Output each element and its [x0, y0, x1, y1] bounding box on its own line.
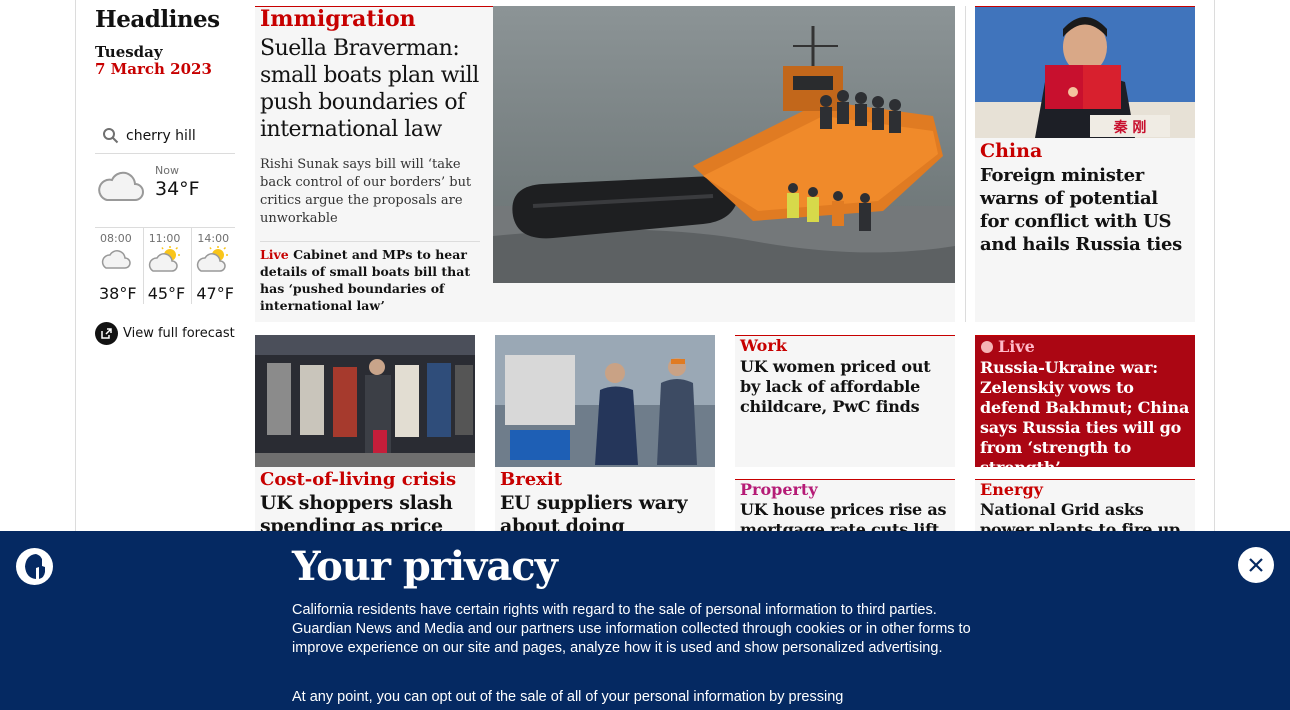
- hour-time: 08:00: [100, 232, 132, 245]
- story-kicker[interactable]: Work: [740, 336, 787, 355]
- live-sublink[interactable]: Live Cabinet and MPs to hear details of …: [260, 246, 480, 314]
- weekday: Tuesday: [95, 43, 163, 61]
- date: 7 March 2023: [95, 60, 212, 78]
- privacy-title: Your privacy: [292, 543, 558, 590]
- nameplate-text: 秦 刚: [1113, 119, 1147, 136]
- close-icon: [1249, 558, 1263, 572]
- story-kicker[interactable]: China: [980, 140, 1042, 162]
- live-story-card[interactable]: Live Russia-Ukraine war: Zelenskiy vows …: [975, 335, 1195, 477]
- location-input[interactable]: cherry hill: [126, 128, 196, 144]
- story-headline[interactable]: Suella Braverman: small boats plan will …: [260, 35, 488, 143]
- story-standfirst: Rishi Sunak says bill will ‘take back co…: [260, 157, 472, 226]
- story-headline[interactable]: Russia-Ukraine war: Zelenskiy vows to de…: [980, 358, 1192, 478]
- now-label: Now: [155, 164, 179, 177]
- live-sublink-text[interactable]: Cabinet and MPs to hear details of small…: [260, 247, 470, 313]
- divider: [260, 241, 480, 242]
- privacy-text-2: At any point, you can opt out of the sal…: [292, 689, 844, 705]
- story-headline[interactable]: UK women priced out by lack of affordabl…: [740, 357, 952, 417]
- hour-item: 14:00 47°F: [192, 228, 241, 304]
- hour-time: 14:00: [197, 232, 230, 245]
- cloud-icon: [98, 171, 144, 201]
- hourly-forecast: 08:00 38°F 11:00 45°F 14:00 47°F: [95, 228, 241, 304]
- section-title: Headlines: [95, 6, 220, 33]
- story-kicker[interactable]: Energy: [980, 480, 1043, 499]
- hour-item: 08:00 38°F: [95, 228, 144, 304]
- now-temperature: 34°F: [155, 178, 200, 200]
- hour-time: 11:00: [148, 232, 181, 245]
- privacy-banner: Your privacy California residents have c…: [0, 531, 1290, 710]
- story-kicker[interactable]: Property: [740, 480, 818, 499]
- story-kicker[interactable]: Immigration: [260, 6, 416, 32]
- sun-cloud-icon: [197, 246, 229, 272]
- guardian-logo-icon: [16, 548, 53, 585]
- privacy-text: California residents have certain rights…: [292, 602, 971, 656]
- story-image[interactable]: [495, 335, 715, 467]
- live-label: Live: [260, 247, 289, 262]
- live-label: Live: [998, 337, 1035, 356]
- current-weather: Now 34°F: [95, 160, 235, 228]
- close-button[interactable]: [1238, 547, 1274, 583]
- top-story-image[interactable]: [493, 6, 955, 283]
- hour-temp: 38°F: [99, 284, 137, 303]
- cloud-icon: [101, 250, 131, 269]
- story-kicker[interactable]: Cost-of-living crisis: [260, 469, 456, 490]
- search-icon: [103, 127, 119, 143]
- forecast-link-label[interactable]: View full forecast: [123, 326, 235, 341]
- full-forecast-link[interactable]: View full forecast: [95, 322, 235, 345]
- hour-item: 11:00 45°F: [144, 228, 193, 304]
- location-search[interactable]: cherry hill: [95, 118, 235, 154]
- sun-cloud-icon: [148, 246, 180, 272]
- live-indicator-icon: [981, 341, 993, 353]
- story-headline[interactable]: Foreign minister warns of potential for …: [980, 164, 1192, 256]
- hour-temp: 45°F: [147, 284, 186, 303]
- external-link-icon: [95, 322, 118, 345]
- story-kicker[interactable]: Brexit: [500, 469, 562, 490]
- column-divider: [965, 6, 966, 322]
- story-image[interactable]: [255, 335, 475, 467]
- hour-temp: 47°F: [196, 284, 234, 303]
- china-story-image[interactable]: 秦 刚: [975, 7, 1195, 138]
